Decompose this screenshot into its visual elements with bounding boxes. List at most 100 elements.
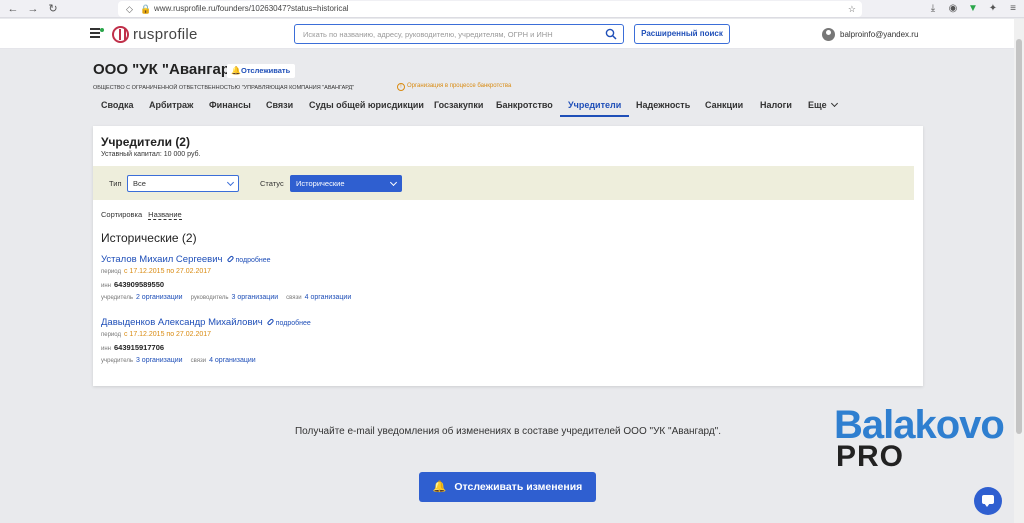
relations-row: учредитель 3 организации связи 4 организаци… bbox=[101, 357, 264, 364]
address-bar[interactable]: ◇ 🔒 www.rusprofile.ru/founders/10263047?… bbox=[118, 1, 862, 17]
bankruptcy-badge[interactable]: ! Организация в процессе банкротства bbox=[397, 83, 511, 91]
authorized-capital: Уставный капитал: 10 000 руб. bbox=[101, 151, 201, 158]
links-orgs-link[interactable]: 4 организации bbox=[305, 294, 352, 301]
inn-value: 643909589550 bbox=[113, 280, 165, 289]
founder-orgs-link[interactable]: 2 организации bbox=[136, 294, 183, 301]
director-label: руководитель bbox=[190, 295, 229, 301]
tab-procurement[interactable]: Госзакупки bbox=[434, 97, 483, 117]
user-menu[interactable]: balproinfo@yandex.ru bbox=[822, 27, 918, 41]
tab-arbitration[interactable]: Арбитраж bbox=[149, 97, 193, 117]
download-icon[interactable]: ⤓ bbox=[926, 2, 940, 16]
period-label: период bbox=[101, 332, 121, 338]
director-orgs-link[interactable]: 3 организации bbox=[232, 294, 279, 301]
inn-row: инн 643909589550 bbox=[101, 280, 164, 289]
user-email: balproinfo@yandex.ru bbox=[840, 29, 919, 39]
founders-title: Учредители (2) bbox=[101, 135, 190, 149]
tab-reliability[interactable]: Надежность bbox=[636, 97, 690, 117]
more-label: подробнее bbox=[275, 320, 311, 327]
period-value: с 17.12.2015 по 27.02.2017 bbox=[123, 268, 212, 275]
founder-row-title: Давыденков Александр Михайлович подробнее bbox=[101, 317, 311, 328]
back-icon[interactable]: ← bbox=[6, 2, 20, 16]
track-changes-button[interactable]: 🔔 Отслеживать изменения bbox=[419, 472, 596, 502]
logo-icon bbox=[112, 25, 129, 43]
tab-finance[interactable]: Финансы bbox=[209, 97, 251, 117]
chat-icon[interactable] bbox=[974, 487, 1002, 515]
company-tabs: Сводка Арбитраж Финансы Связи Суды общей… bbox=[93, 97, 933, 117]
bookmark-star-icon[interactable]: ☆ bbox=[848, 1, 856, 17]
chevron-down-icon bbox=[830, 99, 838, 108]
type-filter-label: Тип bbox=[109, 179, 122, 188]
sort-label: Сортировка bbox=[101, 210, 143, 219]
bell-icon: 🔔 bbox=[432, 481, 447, 493]
period-label: период bbox=[101, 269, 121, 275]
url-text: www.rusprofile.ru/founders/10263047?stat… bbox=[154, 4, 349, 13]
more-label: подробнее bbox=[235, 257, 271, 264]
lock-icon: 🔒 bbox=[140, 4, 152, 14]
menu-icon[interactable]: ≡ bbox=[1006, 2, 1020, 16]
filter-bar: Тип Все Статус Исторические bbox=[93, 166, 914, 200]
status-filter-label: Статус bbox=[260, 179, 284, 188]
extensions-puzzle-icon[interactable]: ✦ bbox=[986, 2, 1000, 16]
inn-row: инн 643915917706 bbox=[101, 343, 164, 352]
scrollbar-thumb[interactable] bbox=[1016, 39, 1022, 434]
sort-by-name-link[interactable]: Название bbox=[148, 210, 182, 220]
tab-general-courts[interactable]: Суды общей юрисдикции bbox=[309, 97, 424, 117]
inn-value: 643915917706 bbox=[113, 343, 165, 352]
avatar-icon bbox=[822, 27, 835, 41]
bell-icon: 🔔 bbox=[231, 66, 241, 75]
tab-summary[interactable]: Сводка bbox=[101, 97, 134, 117]
tab-taxes[interactable]: Налоги bbox=[760, 97, 792, 117]
founder-name-link[interactable]: Усталов Михаил Сергеевич bbox=[101, 254, 223, 265]
extension-icon[interactable]: ▼ bbox=[966, 2, 980, 16]
tab-bankruptcy[interactable]: Банкротство bbox=[496, 97, 553, 117]
watermark-logo: Balakovo PRO bbox=[834, 405, 1005, 475]
founder-name-link[interactable]: Давыденков Александр Михайлович bbox=[101, 317, 263, 328]
link-icon bbox=[266, 318, 275, 326]
site-header: rusprofile Искать по названию, адресу, р… bbox=[0, 19, 1014, 49]
period-value: с 17.12.2015 по 27.02.2017 bbox=[123, 331, 212, 338]
tab-links[interactable]: Связи bbox=[266, 97, 293, 117]
advanced-search-button[interactable]: Расширенный поиск bbox=[634, 24, 730, 44]
historical-section-title: Исторические (2) bbox=[101, 231, 197, 245]
search-placeholder: Искать по названию, адресу, руководителю… bbox=[303, 30, 553, 39]
founder-label: учредитель bbox=[101, 295, 133, 301]
browser-toolbar: ← → ↻ ◇ 🔒 www.rusprofile.ru/founders/102… bbox=[0, 0, 1024, 18]
tab-sanctions[interactable]: Санкции bbox=[705, 97, 743, 117]
search-icon[interactable] bbox=[605, 28, 617, 40]
forward-icon[interactable]: → bbox=[26, 2, 40, 16]
logo[interactable]: rusprofile bbox=[112, 25, 198, 43]
links-orgs-link[interactable]: 4 организации bbox=[209, 357, 256, 364]
shield-icon: ◇ bbox=[126, 4, 133, 14]
track-label: Отслеживать bbox=[241, 66, 291, 75]
chevron-down-icon bbox=[389, 178, 398, 187]
logo-text: rusprofile bbox=[133, 25, 198, 43]
track-changes-label: Отслеживать изменения bbox=[454, 481, 583, 493]
tab-founders[interactable]: Учредители bbox=[560, 97, 630, 117]
account-icon[interactable]: ◉ bbox=[946, 2, 960, 16]
period-row: период с 17.12.2015 по 27.02.2017 bbox=[101, 268, 211, 275]
track-company-button[interactable]: 🔔 Отслеживать bbox=[227, 64, 296, 78]
founder-orgs-link[interactable]: 3 организации bbox=[136, 357, 183, 364]
status-select[interactable]: Исторические bbox=[290, 175, 402, 192]
hamburger-menu-icon[interactable] bbox=[90, 28, 104, 39]
status-select-value: Исторические bbox=[296, 179, 345, 188]
chevron-down-icon bbox=[226, 178, 235, 187]
more-link[interactable]: подробнее bbox=[226, 255, 271, 264]
link-icon bbox=[226, 255, 234, 263]
reload-icon[interactable]: ↻ bbox=[46, 2, 60, 16]
warning-icon: ! bbox=[397, 83, 405, 91]
tab-more[interactable]: Еще bbox=[808, 97, 838, 117]
company-title: ООО "УК "Авангард" bbox=[93, 61, 247, 78]
tab-more-label: Еще bbox=[808, 100, 827, 110]
more-link[interactable]: подробнее bbox=[266, 318, 311, 327]
inn-label: инн bbox=[101, 283, 111, 289]
inn-label: инн bbox=[101, 346, 111, 352]
links-label: связи bbox=[286, 295, 302, 301]
watermark-line2: PRO bbox=[836, 440, 905, 473]
scrollbar[interactable] bbox=[1014, 19, 1024, 523]
type-select[interactable]: Все bbox=[127, 175, 239, 192]
search-input[interactable]: Искать по названию, адресу, руководителю… bbox=[294, 24, 624, 44]
type-select-value: Все bbox=[133, 179, 146, 188]
founder-row-title: Усталов Михаил Сергеевич подробнее bbox=[101, 254, 271, 265]
links-label: связи bbox=[190, 358, 207, 364]
